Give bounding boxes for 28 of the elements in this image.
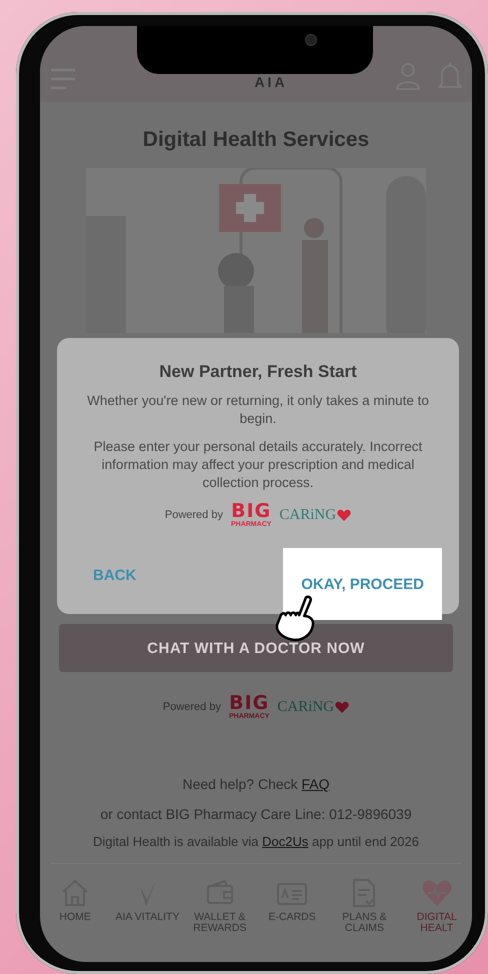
dialog-message: Please enter your personal details accurately. Incorrect information may affect your prescription and medical collection process. [92, 438, 424, 492]
nav-tab[interactable]: DIGITAL HEALT [402, 876, 472, 940]
chat-button[interactable]: CHAT WITH A DOCTOR NOW [59, 624, 453, 672]
page-title: Digital Health Services [142, 128, 370, 152]
camera-icon [305, 34, 317, 46]
nav-tab[interactable]: HOME [40, 876, 110, 940]
powered-by-text: Powered by [164, 509, 223, 521]
contact-text: or contact BIG Pharmacy Care Line: 012-9896039 [99, 806, 413, 822]
faq-link[interactable]: FAQ [302, 776, 330, 792]
heart-icon [335, 700, 350, 714]
app-link[interactable]: Doc2Us [262, 834, 308, 849]
dialog-title: New Partner, Fresh Start [159, 362, 357, 382]
powered-by-text: Powered by [162, 701, 221, 713]
proceed-button[interactable]: OKAY, PROCEED [283, 548, 442, 620]
availability-text: Digital Health is available via Doc2Us app until end 2026 [92, 834, 420, 849]
heart-icon [337, 508, 352, 522]
dialog-message: Whether you're new or returning, it only takes a minute to begin. [87, 392, 429, 428]
logo-text: AIA [254, 74, 288, 90]
pharmacy-logo-text: BIG [231, 502, 272, 521]
nav-tab[interactable]: PLANS & CLAIMS [329, 876, 400, 940]
nav-tab[interactable]: WALLET & REWARDS [184, 876, 255, 940]
nav-tab[interactable]: E-CARDS [256, 876, 328, 940]
pharmacy-logo-text: CARiNG [279, 506, 336, 524]
pharmacy-logo-text: CARiNG [277, 698, 334, 716]
back-button[interactable]: BACK [73, 547, 156, 603]
pharmacy-logo-text: BIG [229, 694, 270, 713]
help-text: Need help? Check FAQ [181, 776, 331, 792]
nav-tab[interactable]: AIA VITALITY [112, 876, 183, 940]
